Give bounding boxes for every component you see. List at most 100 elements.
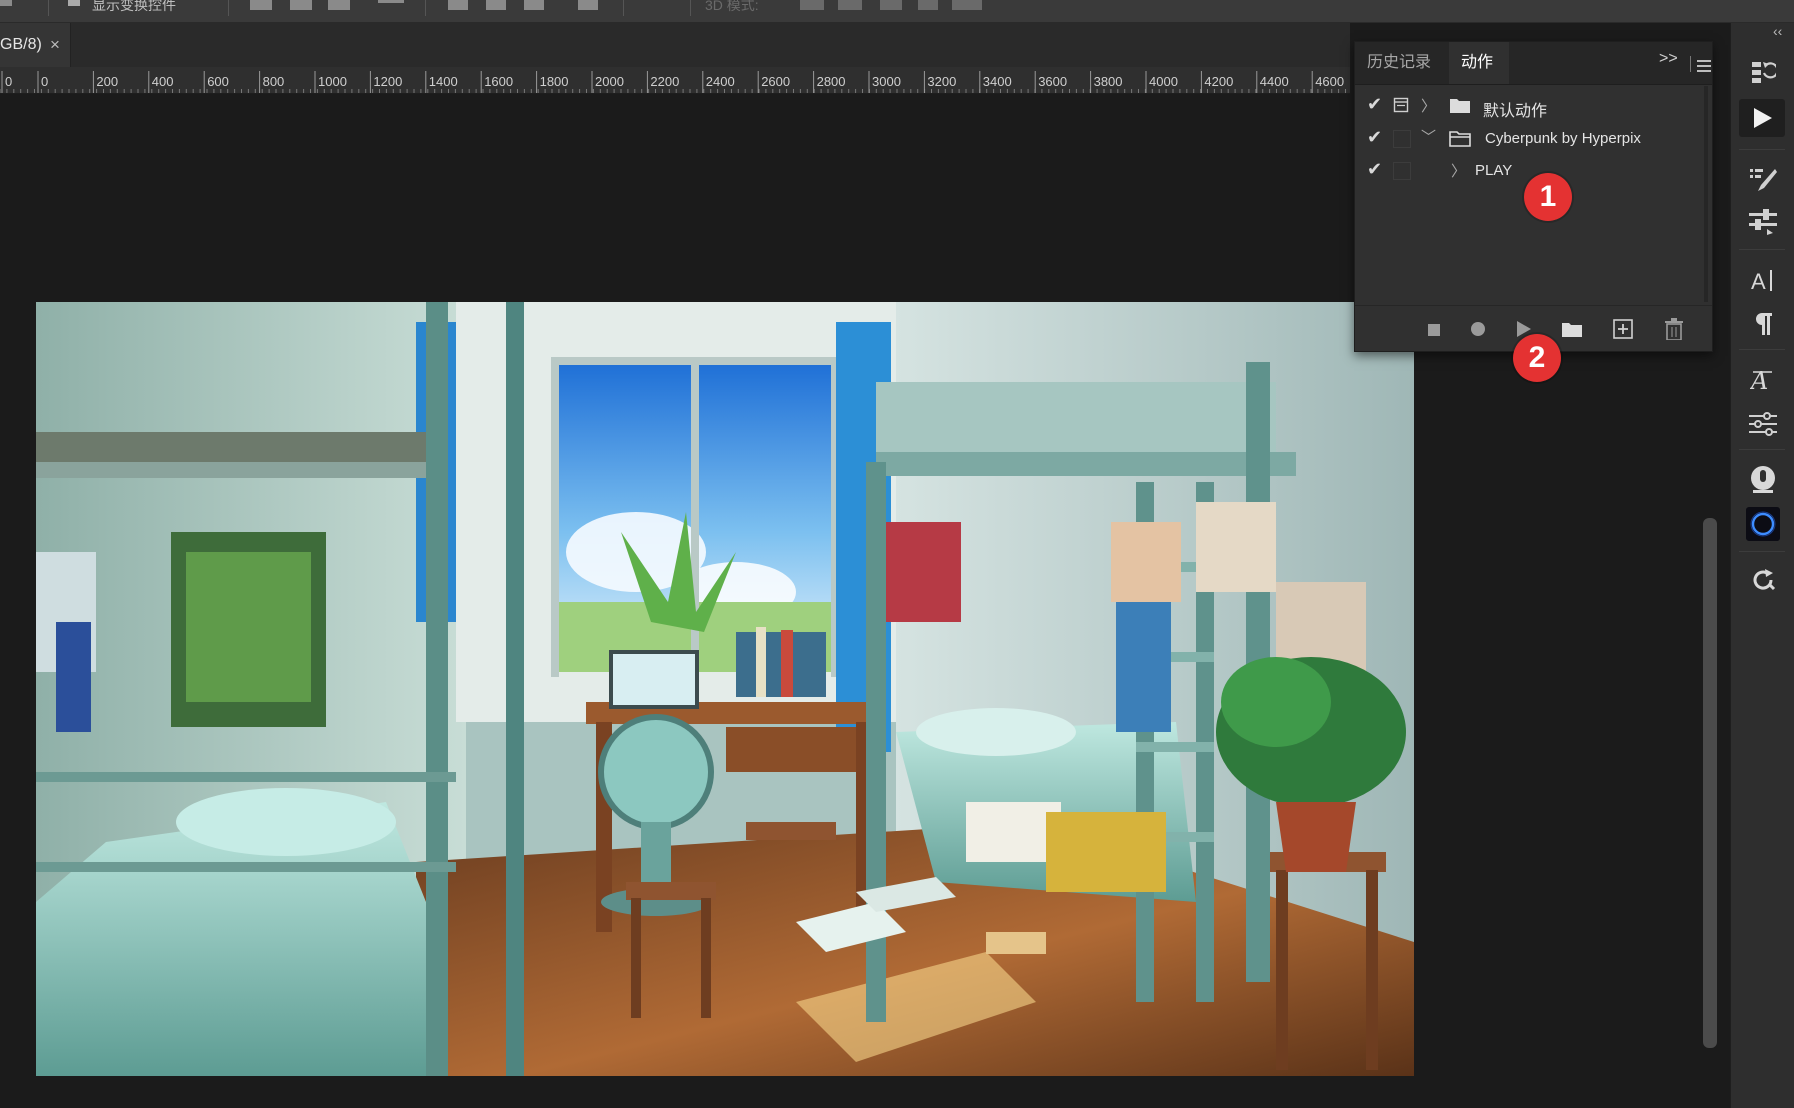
divider [1739,149,1785,150]
action-label: PLAY [1475,162,1513,179]
dorm-room-artwork[interactable] [36,302,1414,1076]
action-set-row-default[interactable]: ✔ 〉 默认动作 [1355,89,1707,122]
align-left-icon[interactable] [250,0,272,10]
panel-tab-bar: 历史记录 动作 >> [1355,42,1712,85]
align-bottom-icon[interactable] [524,0,544,10]
character-icon[interactable]: A [1746,263,1780,297]
history-icon[interactable] [1746,55,1780,89]
show-transform-label: 显示变换控件 [92,0,176,13]
folder-icon [1449,96,1471,119]
ruler-label: 2000 [595,74,624,89]
ruler-label: 2600 [761,74,791,89]
ruler-label: 2200 [650,74,680,89]
ruler-label: 3800 [1093,74,1123,89]
ruler-label: 2400 [705,74,735,89]
transform-checkbox[interactable] [68,0,80,6]
align-top-icon[interactable] [448,0,468,10]
ruler-label: 4600 [1315,74,1345,89]
document-tab-bar: GB/8) × [0,23,1350,67]
ruler-label: 1000 [318,74,347,89]
dialog-toggle-icon[interactable] [1393,130,1411,148]
divider [1739,449,1785,450]
3d-mode-label: 3D 模式: [705,0,759,13]
horizontal-ruler[interactable]: 0 0 200 400 600 800 1000 1200 1400 1600 1800 2000 22… [0,67,1350,94]
chevron-down-icon[interactable]: ﹀ [1421,126,1436,147]
callout-2: 2 [1513,334,1561,382]
3d-scale-icon[interactable] [952,0,982,10]
chevron-right-icon[interactable]: 〉 [1421,95,1436,116]
panel-scrollbar[interactable] [1704,86,1708,302]
ruler-label: 1400 [428,74,458,89]
3d-slide-icon[interactable] [918,0,938,10]
svg-text:A: A [1751,269,1766,293]
ruler-label: 800 [262,74,285,89]
paragraph-icon[interactable] [1746,307,1780,341]
divider [425,0,426,16]
dock-scrollbar[interactable] [1703,518,1717,1048]
circle-app-icon[interactable] [1746,507,1780,541]
dialog-toggle-icon[interactable] [1393,97,1409,113]
ruler-label: 3200 [927,74,957,89]
ruler-label: 200 [96,74,119,89]
divider [690,0,691,16]
chevron-right-icon[interactable]: 〉 [1451,160,1466,181]
ruler-label: 4400 [1259,74,1289,89]
distribute-icon[interactable] [378,0,404,3]
stop-icon[interactable] [1428,323,1440,341]
ruler-label: 1800 [539,74,569,89]
check-icon[interactable]: ✔ [1367,127,1382,148]
glyphs-icon[interactable]: A [1746,363,1780,397]
new-action-icon[interactable] [1613,319,1633,344]
artwork-image [36,302,1414,1076]
collapse-panels-icon[interactable]: ‹‹ [1773,23,1782,39]
document-tab[interactable]: GB/8) × [0,23,71,67]
document-tab-label: GB/8) [0,36,42,53]
3d-pan-icon[interactable] [880,0,902,10]
refresh-icon[interactable] [1746,563,1780,597]
ruler-label: 0 [41,74,49,89]
plugin-icon[interactable] [1746,463,1780,497]
check-icon[interactable]: ✔ [1367,94,1382,115]
divider [1739,349,1785,350]
svg-text:A: A [1750,367,1768,394]
tool-preset-icon[interactable] [0,0,12,6]
close-tab-icon[interactable]: × [50,35,60,55]
action-set-row-cyberpunk[interactable]: ✔ ﹀ Cyberpunk by Hyperpix [1355,122,1707,155]
ruler-label: 3000 [872,74,901,89]
divider [1739,249,1785,250]
play-actions-icon[interactable] [1739,99,1785,137]
callout-1: 1 [1524,173,1572,221]
new-set-folder-icon[interactable] [1561,320,1583,343]
tab-history[interactable]: 历史记录 [1355,42,1443,84]
panel-expand-icon[interactable]: >> [1659,50,1678,68]
ruler-label: 1200 [373,74,403,89]
action-set-label: 默认动作 [1483,103,1548,120]
brush-settings-icon[interactable] [1746,163,1780,197]
align-center-icon[interactable] [290,0,312,10]
trash-icon[interactable] [1665,318,1683,345]
record-icon[interactable] [1471,322,1485,341]
ruler-label: 0 [5,74,13,89]
distribute-vertical-icon[interactable] [578,0,598,10]
3d-orbit-icon[interactable] [800,0,824,10]
options-bar: 显示变换控件 3D 模式: [0,0,1794,23]
divider [228,0,229,16]
properties-icon[interactable] [1746,407,1780,441]
right-panel-dock: ‹‹ A A [1730,23,1794,1108]
ruler-label: 600 [207,74,229,89]
divider [48,0,49,16]
align-right-icon[interactable] [328,0,350,10]
ruler-label: 400 [151,74,174,89]
adjust-sliders-icon[interactable] [1746,205,1780,239]
panel-menu-icon[interactable] [1697,60,1711,75]
3d-roll-icon[interactable] [838,0,862,10]
tab-actions[interactable]: 动作 [1449,42,1509,84]
ruler-label: 3600 [1038,74,1068,89]
ruler-label: 4200 [1204,74,1234,89]
ruler-label: 2800 [816,74,846,89]
align-middle-icon[interactable] [486,0,506,10]
dialog-toggle-icon[interactable] [1393,162,1411,180]
check-icon[interactable]: ✔ [1367,159,1382,180]
divider [1690,56,1691,72]
ruler-label: 3400 [982,74,1012,89]
